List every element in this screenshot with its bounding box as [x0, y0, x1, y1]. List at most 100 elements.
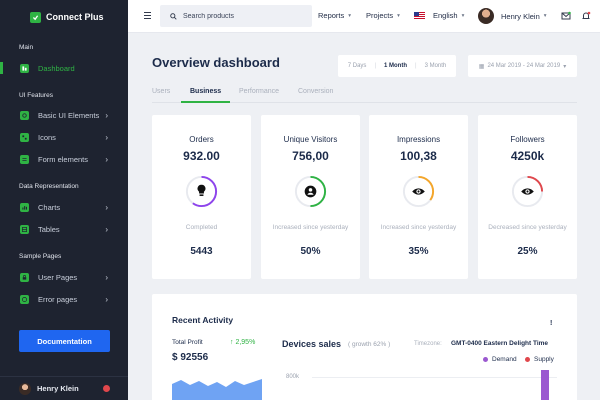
tab-business[interactable]: Business [190, 88, 221, 95]
topbar: Reports ▾ Projects ▾ English ▾ Henry Kle… [128, 0, 600, 33]
profit-sparkline [172, 379, 262, 400]
language-menu[interactable]: English ▾ [414, 11, 464, 20]
card-subtitle: Completed [185, 224, 218, 231]
lightbulb-icon [197, 184, 206, 196]
sidebar-item-basic-ui[interactable]: Basic UI Elements › [0, 107, 128, 123]
search-input[interactable] [183, 12, 303, 20]
grid-icon [20, 132, 29, 142]
panel-title: Recent Activity [172, 315, 234, 325]
documentation-button[interactable]: Documentation [19, 330, 110, 352]
stat-card-unique-visitors: Unique Visitors 756,00 Increased since y… [261, 115, 360, 279]
sidebar-item-label: Basic UI Elements [38, 110, 100, 120]
card-value: 756,00 [292, 149, 329, 163]
eye-icon [521, 188, 534, 195]
sidebar-item-tables[interactable]: Tables › [0, 221, 128, 237]
chevron-down-icon: ▾ [543, 13, 547, 19]
reports-menu[interactable]: Reports ▾ [318, 11, 351, 20]
sidebar-section-sample-pages: Sample Pages [19, 253, 62, 260]
y-axis-tick: 800k [286, 374, 300, 380]
user-name: Henry Klein [501, 11, 540, 21]
sidebar-item-label: User Pages [38, 272, 78, 282]
chevron-right-icon: › [105, 110, 108, 120]
user-icon [304, 185, 317, 198]
period-7-days[interactable]: 7 Days [348, 63, 367, 69]
dashboard-icon [20, 63, 29, 73]
legend-demand: Demand [483, 356, 517, 363]
card-value: 932.00 [183, 149, 220, 163]
card-subtitle: Increased since yesterday [380, 224, 457, 231]
sidebar-item-form-elements[interactable]: Form elements › [0, 151, 128, 167]
sidebar-user-name: Henry Klein [37, 384, 79, 393]
date-range-picker[interactable]: ▦ 24 Mar 2019 - 24 Mar 2019 ▾ [468, 55, 577, 77]
crosshair-icon [20, 110, 29, 120]
card-value: 100,38 [400, 149, 437, 163]
avatar [19, 382, 31, 395]
calendar-icon: ▦ [478, 63, 485, 70]
projects-menu-label: Projects [366, 11, 394, 20]
card-subvalue: 35% [408, 246, 429, 257]
brand[interactable]: Connect Plus [0, 0, 128, 34]
card-title: Unique Visitors [283, 135, 338, 144]
devices-growth: ( growth 62% ) [348, 341, 391, 348]
chevron-right-icon: › [105, 272, 108, 282]
sidebar-item-error-pages[interactable]: Error pages › [0, 291, 128, 307]
chart-bar [541, 370, 549, 400]
mail-icon[interactable] [561, 11, 571, 21]
bell-icon[interactable] [581, 11, 591, 21]
divider: | [374, 63, 376, 69]
search-box[interactable] [160, 5, 312, 27]
progress-ring [294, 175, 327, 208]
stat-card-orders: Orders 932.00 Completed 5443 [152, 115, 251, 279]
menu-toggle-icon[interactable] [144, 12, 151, 19]
period-3-month[interactable]: 3 Month [425, 63, 447, 69]
period-1-month[interactable]: 1 Month [384, 63, 407, 69]
tab-conversion[interactable]: Conversion [298, 88, 333, 95]
date-range-label: 24 Mar 2019 - 24 Mar 2019 [487, 63, 561, 69]
recent-activity-panel: Recent Activity ! Total Profit ↑ 2,95% $… [152, 294, 577, 400]
card-subvalue: 5443 [190, 246, 213, 257]
sidebar-item-label: Tables [38, 224, 60, 234]
lock-icon [20, 272, 29, 282]
chevron-right-icon: › [105, 132, 108, 142]
stat-card-impressions: Impressions 100,38 Increased since yeste… [369, 115, 468, 279]
card-value: 4250k [510, 149, 545, 163]
tab-performance[interactable]: Performance [239, 88, 279, 95]
sidebar-item-user-pages[interactable]: User Pages › [0, 269, 128, 285]
sidebar-item-label: Dashboard [38, 63, 75, 73]
chevron-down-icon: ▾ [563, 63, 567, 70]
card-title: Orders [189, 135, 214, 144]
chart-icon [20, 202, 29, 212]
legend-label: Demand [492, 356, 517, 363]
legend-dot [483, 357, 488, 362]
chevron-right-icon: › [105, 154, 108, 164]
timezone-value: GMT-0400 Eastern Delight Time [451, 340, 549, 347]
tab-users[interactable]: Users [152, 88, 170, 95]
card-title: Impressions [396, 135, 441, 144]
search-icon [170, 12, 177, 20]
chevron-down-icon: ▾ [397, 12, 400, 19]
card-subvalue: 25% [517, 246, 538, 257]
period-selector: 7 Days | 1 Month | 3 Month [338, 55, 456, 77]
globe-icon [20, 294, 29, 304]
projects-menu[interactable]: Projects ▾ [366, 11, 400, 20]
legend-label: Supply [534, 356, 554, 363]
sidebar-item-dashboard[interactable]: Dashboard [0, 60, 128, 76]
sidebar-item-label: Form elements [38, 154, 89, 164]
progress-ring [402, 175, 435, 208]
sidebar: Connect Plus Main Dashboard UI Features … [0, 0, 128, 400]
sidebar-item-charts[interactable]: Charts › [0, 199, 128, 215]
profit-growth: ↑ 2,95% [230, 339, 256, 346]
more-options-icon[interactable]: ! [550, 320, 552, 327]
us-flag-icon [414, 12, 425, 19]
legend-dot [525, 357, 530, 362]
stat-card-followers: Followers 4250k Decreased since yesterda… [478, 115, 577, 279]
user-menu[interactable]: Henry Klein ▾ [478, 8, 547, 24]
total-profit-label: Total Profit [172, 339, 203, 346]
table-icon [20, 224, 29, 234]
progress-ring [185, 175, 218, 208]
active-tab-indicator [181, 101, 230, 103]
sidebar-user[interactable]: Henry Klein [0, 376, 128, 400]
sidebar-item-icons[interactable]: Icons › [0, 129, 128, 145]
language-label: English [433, 11, 458, 20]
chevron-right-icon: › [105, 294, 108, 304]
